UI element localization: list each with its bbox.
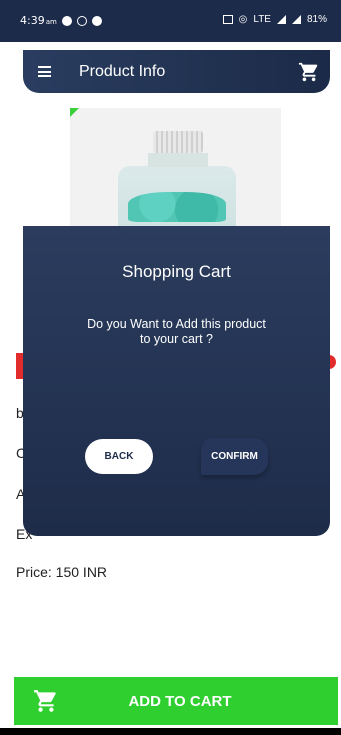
time-ampm: am bbox=[45, 18, 57, 26]
product-price: Price: 150 INR bbox=[16, 564, 108, 580]
status-bar: 4:39am ◎ LTE 81% bbox=[0, 0, 341, 42]
system-nav-bar bbox=[0, 728, 341, 735]
notification-icon bbox=[61, 15, 72, 26]
hotspot-icon: ◎ bbox=[238, 14, 248, 25]
page-title: Product Info bbox=[79, 63, 166, 80]
back-button[interactable]: BACK bbox=[85, 439, 153, 474]
green-crystals bbox=[128, 192, 226, 222]
bottle-neck bbox=[148, 153, 208, 167]
network-type: LTE bbox=[253, 14, 271, 25]
add-to-cart-button[interactable]: ADD TO CART bbox=[14, 677, 338, 725]
bottle-cap bbox=[153, 131, 203, 153]
hamburger-menu-icon[interactable] bbox=[38, 66, 51, 77]
corner-marker bbox=[70, 108, 79, 117]
time-value: 4:39 bbox=[20, 14, 45, 27]
whatsapp-icon bbox=[76, 15, 87, 26]
dialog-title: Shopping Cart bbox=[122, 262, 231, 281]
status-time: 4:39am bbox=[20, 14, 57, 27]
add-to-cart-dialog: Shopping Cart Do you Want to Add this pr… bbox=[23, 226, 330, 536]
status-left: 4:39am bbox=[20, 14, 102, 27]
cast-icon bbox=[222, 15, 233, 24]
shopping-cart-icon[interactable] bbox=[298, 61, 320, 83]
battery-level: 81% bbox=[306, 14, 327, 25]
dialog-message: Do you Want to Add this product to your … bbox=[87, 317, 266, 346]
status-right: ◎ LTE 81% bbox=[222, 14, 327, 25]
message-icon bbox=[91, 15, 102, 26]
add-to-cart-label: ADD TO CART bbox=[128, 693, 232, 710]
confirm-button[interactable]: CONFIRM bbox=[201, 438, 268, 475]
app-bar: Product Info bbox=[23, 50, 330, 93]
signal-icon-2 bbox=[291, 15, 301, 24]
signal-icon bbox=[276, 15, 286, 24]
